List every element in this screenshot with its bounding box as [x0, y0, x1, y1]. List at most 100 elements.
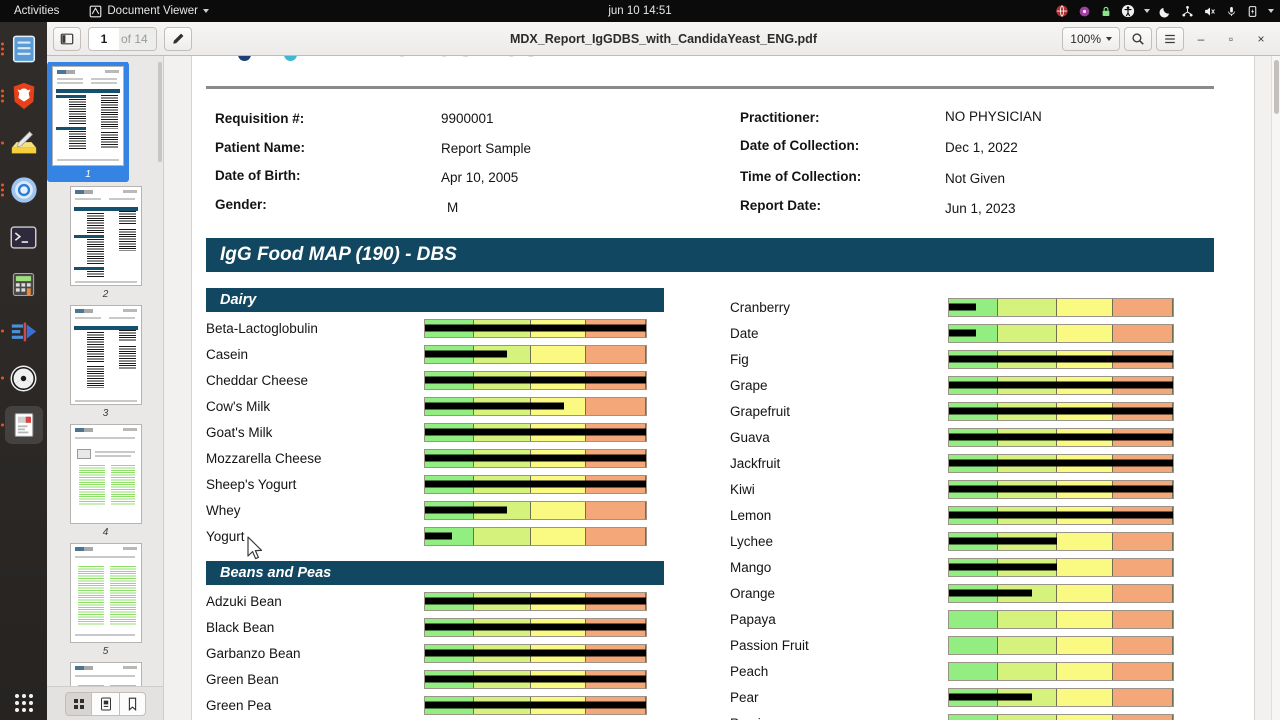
food-name: Fig [730, 351, 749, 367]
show-applications-button[interactable] [14, 694, 33, 712]
result-row: Green Pea [206, 692, 664, 718]
info-value: 9900001 [441, 111, 494, 126]
page-selector[interactable]: 1 of 14 [88, 26, 157, 51]
running-indicator [0, 423, 4, 427]
close-button[interactable]: × [1248, 27, 1274, 51]
result-row: Sheep's Yogurt [206, 471, 664, 497]
terminal-icon [10, 225, 37, 249]
reactivity-bar [424, 500, 647, 520]
outline-mode-button[interactable] [92, 691, 119, 716]
value-indicator [425, 623, 646, 631]
info-key: Requisition #: [215, 111, 305, 126]
grid-icon [14, 694, 33, 712]
maximize-button[interactable]: ▫ [1218, 27, 1244, 51]
dock-item-document-viewer[interactable] [0, 406, 43, 444]
system-indicators[interactable] [1055, 4, 1274, 18]
left-results-column: Dairy Beta-Lactoglobulin Casein Cheddar … [206, 288, 664, 718]
reactivity-bar [424, 396, 647, 416]
result-row: Garbanzo Bean [206, 640, 664, 666]
info-key: Practitioner: [740, 110, 820, 125]
minimize-button[interactable]: – [1188, 27, 1214, 51]
result-row: Whey [206, 497, 664, 523]
scrollbar-thumb[interactable] [1274, 60, 1279, 114]
running-indicator [0, 141, 4, 145]
value-indicator [425, 649, 646, 657]
value-indicator [425, 506, 507, 514]
pencil-icon [172, 33, 184, 44]
result-row: Lychee [730, 528, 1178, 554]
files-icon [12, 35, 35, 63]
food-name: Beta-Lactoglobulin [206, 320, 318, 336]
sidebar-scrollbar[interactable] [158, 62, 162, 162]
info-value: Apr 10, 2005 [441, 170, 519, 185]
result-row: Jackfruit [730, 450, 1178, 476]
thumbnail-label: 2 [102, 289, 109, 300]
thumbnail-page-2[interactable]: 2 [47, 186, 163, 301]
sidebar-toggle-button[interactable] [53, 26, 81, 51]
thumbnail-page-1[interactable]: 1 [47, 62, 129, 182]
bookmarks-mode-button[interactable] [119, 691, 146, 716]
thumbnail-sidebar: 1 2 3 4 5 [47, 56, 164, 720]
value-indicator [949, 329, 976, 337]
dock-item-video-converter[interactable] [0, 312, 43, 350]
result-row: Passion Fruit [730, 632, 1178, 658]
food-name: Guava [730, 429, 770, 445]
result-row: Grape [730, 372, 1178, 398]
food-name: Grape [730, 377, 768, 393]
dock-item-terminal[interactable] [5, 218, 43, 256]
right-results-column: Cranberry Date Fig Grape Grapefruit Guav… [730, 294, 1178, 720]
activities-button[interactable]: Activities [8, 3, 65, 19]
reactivity-bar [424, 422, 647, 442]
thumbnail-list[interactable]: 1 2 3 4 5 [47, 56, 163, 720]
annotate-button[interactable] [163, 26, 192, 51]
result-row: Orange [730, 580, 1178, 606]
thumbnail-page-3[interactable]: 3 [47, 305, 163, 420]
food-name: Passion Fruit [730, 637, 809, 653]
dock-item-text-editor[interactable] [0, 124, 43, 162]
result-row: Beta-Lactoglobulin [206, 315, 664, 341]
dock-item-files[interactable] [0, 30, 43, 68]
reactivity-bar [424, 591, 647, 611]
microphone-icon [1228, 6, 1235, 16]
food-name: Garbanzo Bean [206, 645, 301, 661]
thumbnails-mode-button[interactable] [65, 691, 92, 716]
value-indicator [949, 459, 1173, 467]
thumbnail-page-5[interactable]: 5 [47, 543, 163, 658]
food-name: Sheep's Yogurt [206, 476, 297, 492]
value-indicator [949, 381, 1173, 389]
value-indicator [425, 597, 646, 605]
calculator-icon [12, 272, 35, 296]
category-header-dairy: Dairy [206, 288, 664, 312]
accessibility-icon [1121, 4, 1135, 18]
chromium-icon [10, 177, 37, 203]
info-row: Gender: M [192, 194, 712, 222]
dock-item-chromium[interactable] [0, 171, 43, 209]
value-indicator [425, 701, 646, 709]
result-row: Papaya [730, 606, 1178, 632]
find-button[interactable] [1124, 26, 1152, 51]
dock-item-obs-studio[interactable] [0, 359, 43, 397]
document-view[interactable]: DIAGNOSTICS Requisition #: 9900001 Patie… [164, 56, 1280, 720]
reactivity-bar [424, 344, 647, 364]
favorites-dock [0, 22, 47, 720]
main-menu-button[interactable] [1156, 26, 1184, 51]
reactivity-bar [948, 635, 1174, 655]
clock[interactable]: jun 10 14:51 [608, 5, 671, 17]
zoom-selector[interactable]: 100% [1062, 26, 1120, 51]
patient-info-right: Practitioner: NO PHYSICIAN Date of Colle… [740, 109, 1240, 222]
app-menu-button[interactable]: Document Viewer [83, 3, 215, 20]
info-value: Jun 1, 2023 [945, 201, 1016, 216]
sidebar-mode-switcher [47, 686, 163, 720]
result-row: Fig [730, 346, 1178, 372]
dock-item-calculator[interactable] [5, 265, 43, 303]
thumbnail-page-4[interactable]: 4 [47, 424, 163, 539]
document-scrollbar[interactable] [1271, 56, 1280, 720]
food-name: Papaya [730, 611, 776, 627]
food-name: Date [730, 325, 759, 341]
result-row: Casein [206, 341, 664, 367]
value-indicator [425, 532, 452, 540]
dock-item-brave[interactable] [0, 77, 43, 115]
page-number-input[interactable]: 1 [89, 32, 119, 46]
result-row: Cranberry [730, 294, 1178, 320]
reactivity-bar [424, 643, 647, 663]
